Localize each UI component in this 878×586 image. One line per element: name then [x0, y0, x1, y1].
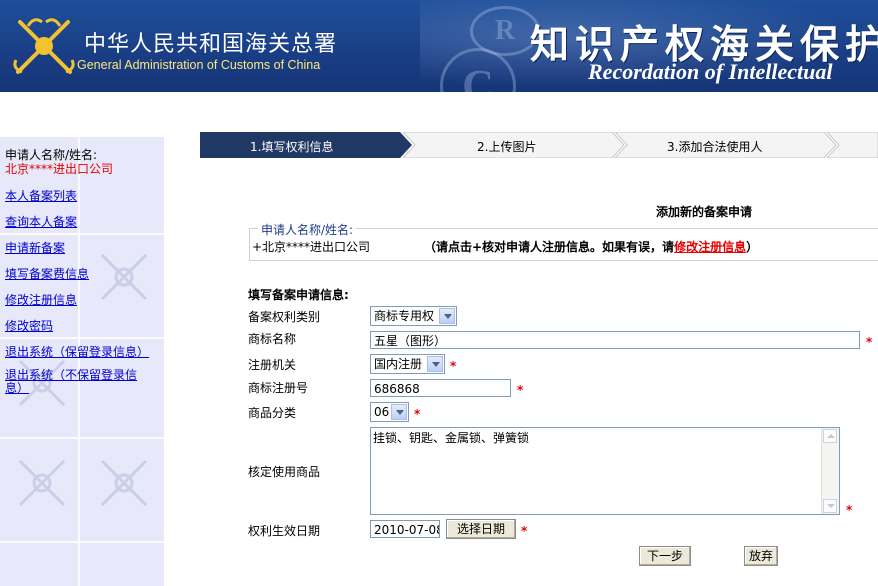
sidebar-grid-line: [78, 137, 80, 586]
next-button[interactable]: 下一步: [639, 546, 691, 566]
trademark-name-input[interactable]: 五星（图形）: [370, 331, 860, 349]
sidebar: 申请人名称/姓名: 北京****进出口公司 本人备案列表 查询本人备案 申请新备…: [0, 137, 164, 586]
textarea-scrollbar[interactable]: [821, 428, 839, 514]
approved-goods-text: 挂锁、钥匙、金属锁、弹簧锁: [373, 431, 530, 445]
site-title-en: Recordation of Intellectual: [588, 59, 833, 84]
required-mark: *: [450, 359, 457, 373]
goods-class-label: 商品分类: [248, 406, 297, 420]
scroll-down-icon[interactable]: [823, 499, 837, 513]
sidebar-link-change-password[interactable]: 修改密码: [5, 317, 53, 334]
cancel-button[interactable]: 放弃: [744, 546, 778, 566]
authority-select-value: 国内注册: [374, 357, 423, 371]
applicant-hint-suffix: ）: [746, 240, 759, 254]
chevron-down-icon[interactable]: [391, 404, 407, 420]
applicant-name-expand[interactable]: +北京****进出口公司: [252, 238, 370, 255]
sidebar-link-logout-keep[interactable]: 退出系统（保留登录信息）: [5, 343, 149, 360]
sidebar-link-fee-info[interactable]: 填写备案费信息: [5, 265, 89, 282]
step-2-label: 2.上传图片: [477, 140, 537, 154]
emblem-watermark-icon: [18, 459, 66, 507]
sidebar-grid-line: [0, 233, 164, 235]
required-mark: *: [517, 383, 524, 397]
registration-number-input[interactable]: 686868: [370, 379, 511, 397]
effective-date-input[interactable]: 2010-07-08: [370, 520, 440, 538]
customs-emblem-icon: [13, 18, 75, 74]
step-1-label: 1.填写权利信息: [250, 140, 334, 154]
sidebar-link-edit-registration[interactable]: 修改注册信息: [5, 291, 77, 308]
edit-registration-link[interactable]: 修改注册信息: [674, 240, 746, 254]
approved-goods-label: 核定使用商品: [248, 465, 321, 479]
effective-date-label: 权利生效日期: [248, 524, 321, 538]
sidebar-link-query-records[interactable]: 查询本人备案: [5, 213, 77, 230]
sidebar-grid-line: [0, 337, 164, 339]
trademark-name-label: 商标名称: [248, 332, 297, 346]
org-name-en: General Administration of Customs of Chi…: [77, 58, 321, 72]
chevron-down-icon[interactable]: [427, 356, 443, 372]
authority-select[interactable]: 国内注册: [370, 354, 445, 374]
goods-class-select[interactable]: 06: [370, 402, 409, 422]
chevron-down-icon[interactable]: [439, 308, 455, 324]
scroll-up-icon[interactable]: [823, 429, 837, 443]
registration-number-label: 商标注册号: [248, 381, 309, 395]
form-heading: 添加新的备案申请: [656, 205, 753, 219]
sidebar-grid-line: [0, 541, 164, 543]
applicant-hint-prefix: （请点击+核对申请人注册信息。如果有误，请: [424, 240, 675, 254]
section-title: 填写备案申请信息:: [248, 288, 349, 302]
sidebar-link-new-record[interactable]: 申请新备案: [5, 239, 65, 256]
goods-class-value: 06: [374, 405, 390, 419]
required-mark: *: [846, 503, 853, 517]
authority-label: 注册机关: [248, 358, 297, 372]
applicant-legend: 申请人名称/姓名:: [258, 221, 357, 238]
sidebar-grid-line: [0, 437, 164, 439]
required-mark: *: [414, 407, 421, 421]
org-name-cn: 中华人民共和国海关总署: [84, 32, 338, 57]
choose-date-button[interactable]: 选择日期: [446, 519, 516, 539]
sidebar-link-my-records[interactable]: 本人备案列表: [5, 187, 77, 204]
type-select-value: 商标专用权: [374, 309, 435, 323]
header-banner: R C 中华人民共和国海关总署 General Administration o…: [0, 0, 878, 92]
type-select[interactable]: 商标专用权: [370, 306, 457, 326]
step-3-label: 3.添加合法使用人: [667, 140, 763, 154]
sidebar-link-logout-clear[interactable]: 退出系统（不保留登录信息）: [5, 369, 145, 395]
required-mark: *: [521, 524, 528, 538]
type-label: 备案权利类别: [248, 310, 321, 324]
required-mark: *: [866, 335, 873, 349]
approved-goods-textarea[interactable]: 挂锁、钥匙、金属锁、弹簧锁: [370, 427, 840, 515]
applicant-value: 北京****进出口公司: [5, 162, 114, 176]
applicant-hint: （请点击+核对申请人注册信息。如果有误，请修改注册信息）: [424, 238, 758, 255]
emblem-watermark-icon: [100, 459, 148, 507]
emblem-watermark-icon: [100, 253, 148, 301]
